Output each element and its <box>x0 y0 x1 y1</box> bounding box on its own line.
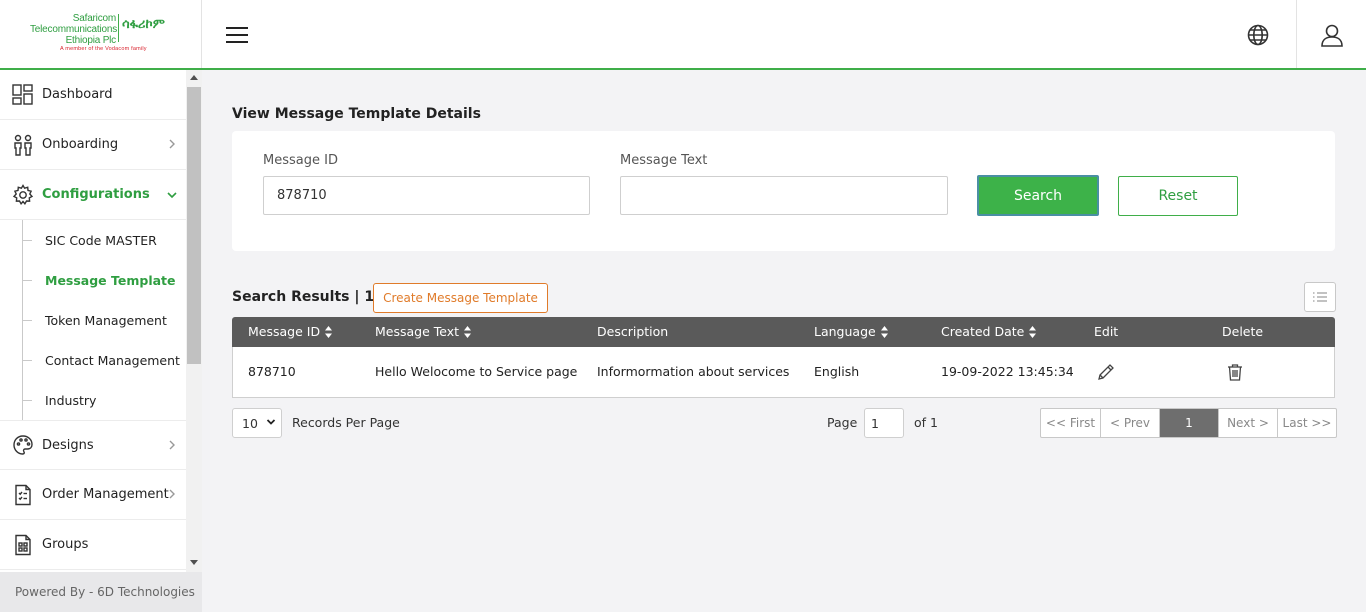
records-per-page-label: Records Per Page <box>292 415 400 430</box>
column-header-edit: Edit <box>1094 324 1119 339</box>
chevron-right-icon <box>169 440 175 450</box>
submenu-item-contact-management[interactable]: Contact Management <box>0 340 186 380</box>
list-icon <box>1313 292 1327 302</box>
column-header-delete: Delete <box>1222 324 1264 339</box>
hamburger-menu-icon[interactable] <box>226 27 248 45</box>
filter-card: Message ID Message Text Search Reset <box>232 131 1335 251</box>
first-page-button[interactable]: << First <box>1041 409 1101 437</box>
records-per-page-select[interactable]: 10 <box>232 408 282 438</box>
sidebar-item-label: Designs <box>42 437 94 453</box>
globe-icon[interactable] <box>1245 22 1271 48</box>
palette-icon <box>12 434 34 456</box>
sidebar-item-order-management[interactable]: Order Management <box>0 470 186 520</box>
sidebar-scrollbar[interactable] <box>186 70 202 572</box>
sidebar-item-onboarding[interactable]: Onboarding <box>0 120 186 170</box>
scrollbar-thumb[interactable] <box>187 87 201 364</box>
header-divider <box>1296 0 1297 68</box>
message-text-input[interactable] <box>620 176 948 215</box>
sort-icon <box>464 326 472 338</box>
sidebar-item-designs[interactable]: Designs <box>0 420 186 470</box>
cell-language: English <box>814 364 860 379</box>
groups-icon <box>12 534 34 556</box>
column-header-message-id[interactable]: Message ID <box>248 317 333 347</box>
create-message-template-button[interactable]: Create Message Template <box>373 283 548 313</box>
submenu-item-message-template[interactable]: Message Template <box>0 260 186 300</box>
message-text-label: Message Text <box>620 153 708 168</box>
submenu-item-label: Message Template <box>45 272 176 288</box>
message-id-label: Message ID <box>263 153 338 168</box>
top-header: Safaricom Telecommunications Ethiopia Pl… <box>0 0 1366 70</box>
reset-button[interactable]: Reset <box>1118 176 1238 216</box>
dashboard-icon <box>12 83 34 106</box>
scroll-down-arrow-icon[interactable] <box>190 560 198 565</box>
search-button[interactable]: Search <box>977 175 1099 216</box>
chevron-down-icon <box>167 192 177 199</box>
sidebar-menu: Dashboard Onboarding Configurations SIC … <box>0 70 186 570</box>
sidebar-item-configurations[interactable]: Configurations <box>0 170 186 220</box>
search-results-title: Search Results | 1 <box>232 289 375 305</box>
powered-by-footer: Powered By - 6D Technologies <box>0 572 202 612</box>
page-total-label: of 1 <box>914 415 938 430</box>
prev-page-button[interactable]: < Prev <box>1101 409 1160 437</box>
sidebar-item-label: Order Management <box>42 487 169 502</box>
brand-name: Safaricom Telecommunications Ethiopia Pl… <box>30 13 117 46</box>
submenu-item-label: Contact Management <box>45 352 180 368</box>
chevron-right-icon <box>169 139 175 149</box>
cell-created-date: 19-09-2022 13:45:34 <box>941 364 1074 379</box>
sidebar-item-label: Groups <box>42 537 89 552</box>
sidebar-item-groups[interactable]: Groups <box>0 520 186 570</box>
cell-message-id: 878710 <box>248 364 296 379</box>
sidebar: Dashboard Onboarding Configurations SIC … <box>0 70 202 572</box>
brand-line-3: Ethiopia Plc <box>65 35 117 46</box>
sidebar-item-label: Onboarding <box>42 137 119 152</box>
page-label: Page <box>827 415 858 430</box>
submenu-item-sic-code-master[interactable]: SIC Code MASTER <box>0 220 186 260</box>
results-table: Message ID Message Text Description Lang… <box>232 317 1335 398</box>
sidebar-item-label: Configurations <box>42 187 150 202</box>
brand-line-1: Safaricom <box>72 13 116 24</box>
next-page-button[interactable]: Next > <box>1219 409 1278 437</box>
chevron-right-icon <box>169 489 175 499</box>
current-page-button[interactable]: 1 <box>1160 409 1219 437</box>
submenu-item-label: SIC Code MASTER <box>45 232 157 248</box>
sort-icon <box>880 326 888 338</box>
pagination-controls: << First < Prev 1 Next > Last >> <box>1040 408 1337 438</box>
page-title: View Message Template Details <box>232 106 481 122</box>
cell-message-text: Hello Welocome to Service page <box>375 364 578 379</box>
brand-line-2: Telecommunications <box>30 24 117 35</box>
brand-tagline: A member of the Vodacom family <box>60 46 147 52</box>
column-settings-button[interactable] <box>1304 282 1336 312</box>
onboarding-icon <box>12 134 34 156</box>
table-row: 878710 Hello Welocome to Service page In… <box>232 347 1335 398</box>
last-page-button[interactable]: Last >> <box>1278 409 1336 437</box>
brand-logo[interactable]: Safaricom Telecommunications Ethiopia Pl… <box>0 0 202 68</box>
configurations-submenu: SIC Code MASTER Message Template Token M… <box>0 220 186 420</box>
sort-icon <box>325 326 333 338</box>
submenu-item-label: Token Management <box>45 312 167 328</box>
logo-divider <box>118 14 119 42</box>
column-header-language[interactable]: Language <box>814 317 888 347</box>
column-header-description: Description <box>597 324 669 339</box>
sidebar-item-label: Dashboard <box>42 87 113 102</box>
cell-description: Informormation about services <box>597 364 790 379</box>
message-id-input[interactable] <box>263 176 590 215</box>
table-header: Message ID Message Text Description Lang… <box>232 317 1335 347</box>
page-number-input[interactable] <box>864 408 904 438</box>
user-profile-icon[interactable] <box>1318 21 1346 49</box>
submenu-item-industry[interactable]: Industry <box>0 380 186 420</box>
edit-pencil-icon[interactable] <box>1097 363 1115 381</box>
submenu-item-label: Industry <box>45 392 97 408</box>
delete-trash-icon[interactable] <box>1226 363 1244 381</box>
sidebar-item-dashboard[interactable]: Dashboard <box>0 70 186 120</box>
gear-icon <box>12 183 34 206</box>
order-icon <box>12 484 34 506</box>
sort-icon <box>1029 326 1037 338</box>
column-header-created-date[interactable]: Created Date <box>941 317 1037 347</box>
submenu-item-token-management[interactable]: Token Management <box>0 300 186 340</box>
brand-amharic: ሳፋሪኮም <box>122 17 165 32</box>
scroll-up-arrow-icon[interactable] <box>190 75 198 80</box>
column-header-message-text[interactable]: Message Text <box>375 317 472 347</box>
